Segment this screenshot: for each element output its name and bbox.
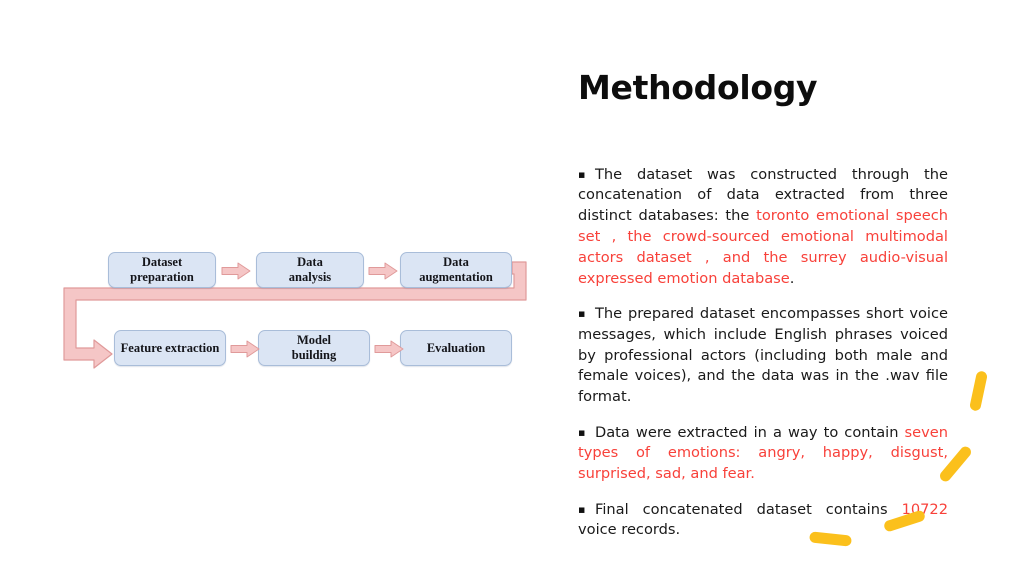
bullet-marker-icon: ▪ xyxy=(578,167,586,181)
methodology-pipeline-flowchart: Dataset preparation Data analysis Data aug… xyxy=(60,240,530,380)
bullet-emotion-types: ▪ Data were extracted in a way to contain… xyxy=(578,423,948,485)
arrow-feature-to-model xyxy=(230,340,260,358)
box-model-building[interactable]: Model building xyxy=(258,330,370,366)
deco-dash-1 xyxy=(968,370,989,412)
body-text: The prepared dataset encompasses short v… xyxy=(578,304,948,406)
right-arrow-icon xyxy=(230,340,260,358)
flow-box-label: Data augmentation xyxy=(419,255,493,284)
arrow-analysis-to-augment xyxy=(368,262,398,280)
arrow-prep-to-analysis xyxy=(220,262,252,280)
arrow-model-to-evaluation xyxy=(374,340,404,358)
bullet-prepared-dataset: ▪ The prepared dataset encompasses short … xyxy=(578,304,948,408)
bullet-marker-icon: ▪ xyxy=(578,502,586,516)
bullet-dataset-construction: ▪ The dataset was constructed through the… xyxy=(578,165,948,290)
flow-box-label: Model building xyxy=(291,333,337,362)
flow-box-label: Dataset preparation xyxy=(130,255,194,284)
bullet-marker-icon: ▪ xyxy=(578,425,586,439)
methodology-bullet-list: ▪ The dataset was constructed through the… xyxy=(578,150,948,544)
box-data-augmentation[interactable]: Data augmentation xyxy=(400,252,512,288)
body-text: voice records. xyxy=(578,521,681,539)
box-evaluation[interactable]: Evaluation xyxy=(400,330,512,366)
right-arrow-icon xyxy=(221,262,251,280)
flow-box-label: Data analysis xyxy=(288,255,332,284)
right-arrow-icon xyxy=(374,340,404,358)
box-feature-extraction[interactable]: Feature extraction xyxy=(114,330,226,366)
slide-root: Methodology ▪ The dataset was constructed… xyxy=(0,0,1024,576)
body-text: Data were extracted in a way to contain xyxy=(595,423,905,441)
body-text: . xyxy=(789,269,795,287)
body-text: Final concatenated dataset contains xyxy=(595,500,902,518)
right-arrow-icon xyxy=(368,262,398,280)
flow-box-label: Feature extraction xyxy=(120,340,220,355)
flow-box-label: Evaluation xyxy=(426,340,486,355)
bullet-marker-icon: ▪ xyxy=(578,306,586,320)
page-title: Methodology xyxy=(578,68,818,107)
box-data-analysis[interactable]: Data analysis xyxy=(256,252,364,288)
box-dataset-preparation[interactable]: Dataset preparation xyxy=(108,252,216,288)
